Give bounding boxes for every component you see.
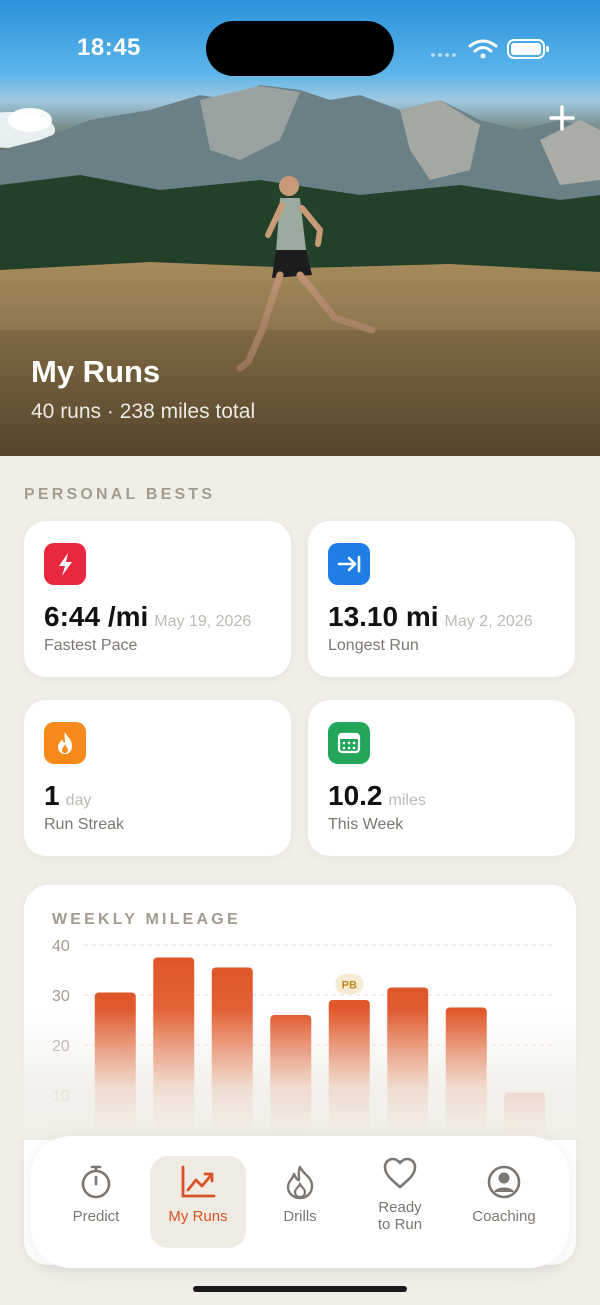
best-value: 13.10 mi bbox=[328, 601, 439, 632]
best-label: Longest Run bbox=[328, 637, 419, 654]
card-fastest-pace[interactable]: 6:44 /mi May 19, 2026 Fastest Pace bbox=[24, 521, 291, 677]
plus-icon[interactable] bbox=[548, 104, 576, 132]
battery-icon bbox=[507, 39, 549, 59]
card-longest-run[interactable]: 13.10 mi May 2, 2026 Longest Run bbox=[308, 521, 575, 677]
y-tick-label: 40 bbox=[52, 938, 70, 955]
heart-icon bbox=[383, 1157, 417, 1189]
card-run-streak[interactable]: 1 day Run Streak bbox=[24, 700, 291, 856]
best-unit: day bbox=[65, 792, 92, 809]
pb-badge-label: PB bbox=[342, 980, 357, 992]
best-value: 6:44 /mi bbox=[44, 601, 149, 632]
best-label: Run Streak bbox=[44, 816, 125, 833]
tab-bar: Predict My Runs Drills Ready to Run Coac… bbox=[31, 1136, 569, 1268]
tab-label: My Runs bbox=[168, 1208, 228, 1225]
tab-label: Coaching bbox=[472, 1208, 536, 1225]
arrow-right-to-line-icon bbox=[328, 543, 370, 585]
person-circle-icon bbox=[487, 1165, 521, 1199]
best-label: This Week bbox=[328, 816, 404, 833]
card-this-week[interactable]: 10.2 miles This Week bbox=[308, 700, 575, 856]
status-time: 18:45 bbox=[77, 34, 141, 61]
page-title: My Runs bbox=[31, 354, 161, 389]
wifi-icon bbox=[468, 39, 498, 59]
tab-ready-to-run[interactable]: Ready to Run bbox=[352, 1156, 448, 1248]
section-label-personal-bests: PERSONAL BESTS bbox=[24, 486, 216, 503]
dynamic-island bbox=[206, 21, 394, 76]
tab-label: Predict bbox=[72, 1208, 120, 1225]
trend-chart-icon bbox=[181, 1165, 216, 1198]
best-label: Fastest Pace bbox=[44, 637, 138, 654]
best-date: May 19, 2026 bbox=[154, 613, 252, 630]
home-indicator bbox=[193, 1286, 407, 1292]
best-date: May 2, 2026 bbox=[444, 613, 533, 630]
tab-drills[interactable]: Drills bbox=[252, 1156, 348, 1248]
tab-my-runs[interactable]: My Runs bbox=[150, 1156, 246, 1248]
y-tick-label: 30 bbox=[52, 988, 70, 1005]
page-subtitle: 40 runs · 238 miles total bbox=[31, 400, 256, 423]
best-value: 10.2 bbox=[328, 780, 383, 811]
calendar-icon bbox=[328, 722, 370, 764]
status-icons bbox=[431, 39, 549, 59]
best-value: 1 bbox=[44, 780, 60, 811]
tab-label: Ready to Run bbox=[377, 1199, 423, 1233]
lightning-bolt-icon bbox=[44, 543, 86, 585]
stopwatch-icon bbox=[81, 1165, 111, 1199]
flame-icon bbox=[44, 722, 86, 764]
scroll-fade-overlay bbox=[0, 1010, 600, 1140]
tab-predict[interactable]: Predict bbox=[48, 1156, 144, 1248]
tab-label: Drills bbox=[283, 1208, 317, 1225]
flame-icon bbox=[286, 1165, 314, 1200]
tab-coaching[interactable]: Coaching bbox=[456, 1156, 552, 1248]
best-unit: miles bbox=[388, 792, 426, 809]
cellular-signal-icon bbox=[431, 53, 456, 57]
